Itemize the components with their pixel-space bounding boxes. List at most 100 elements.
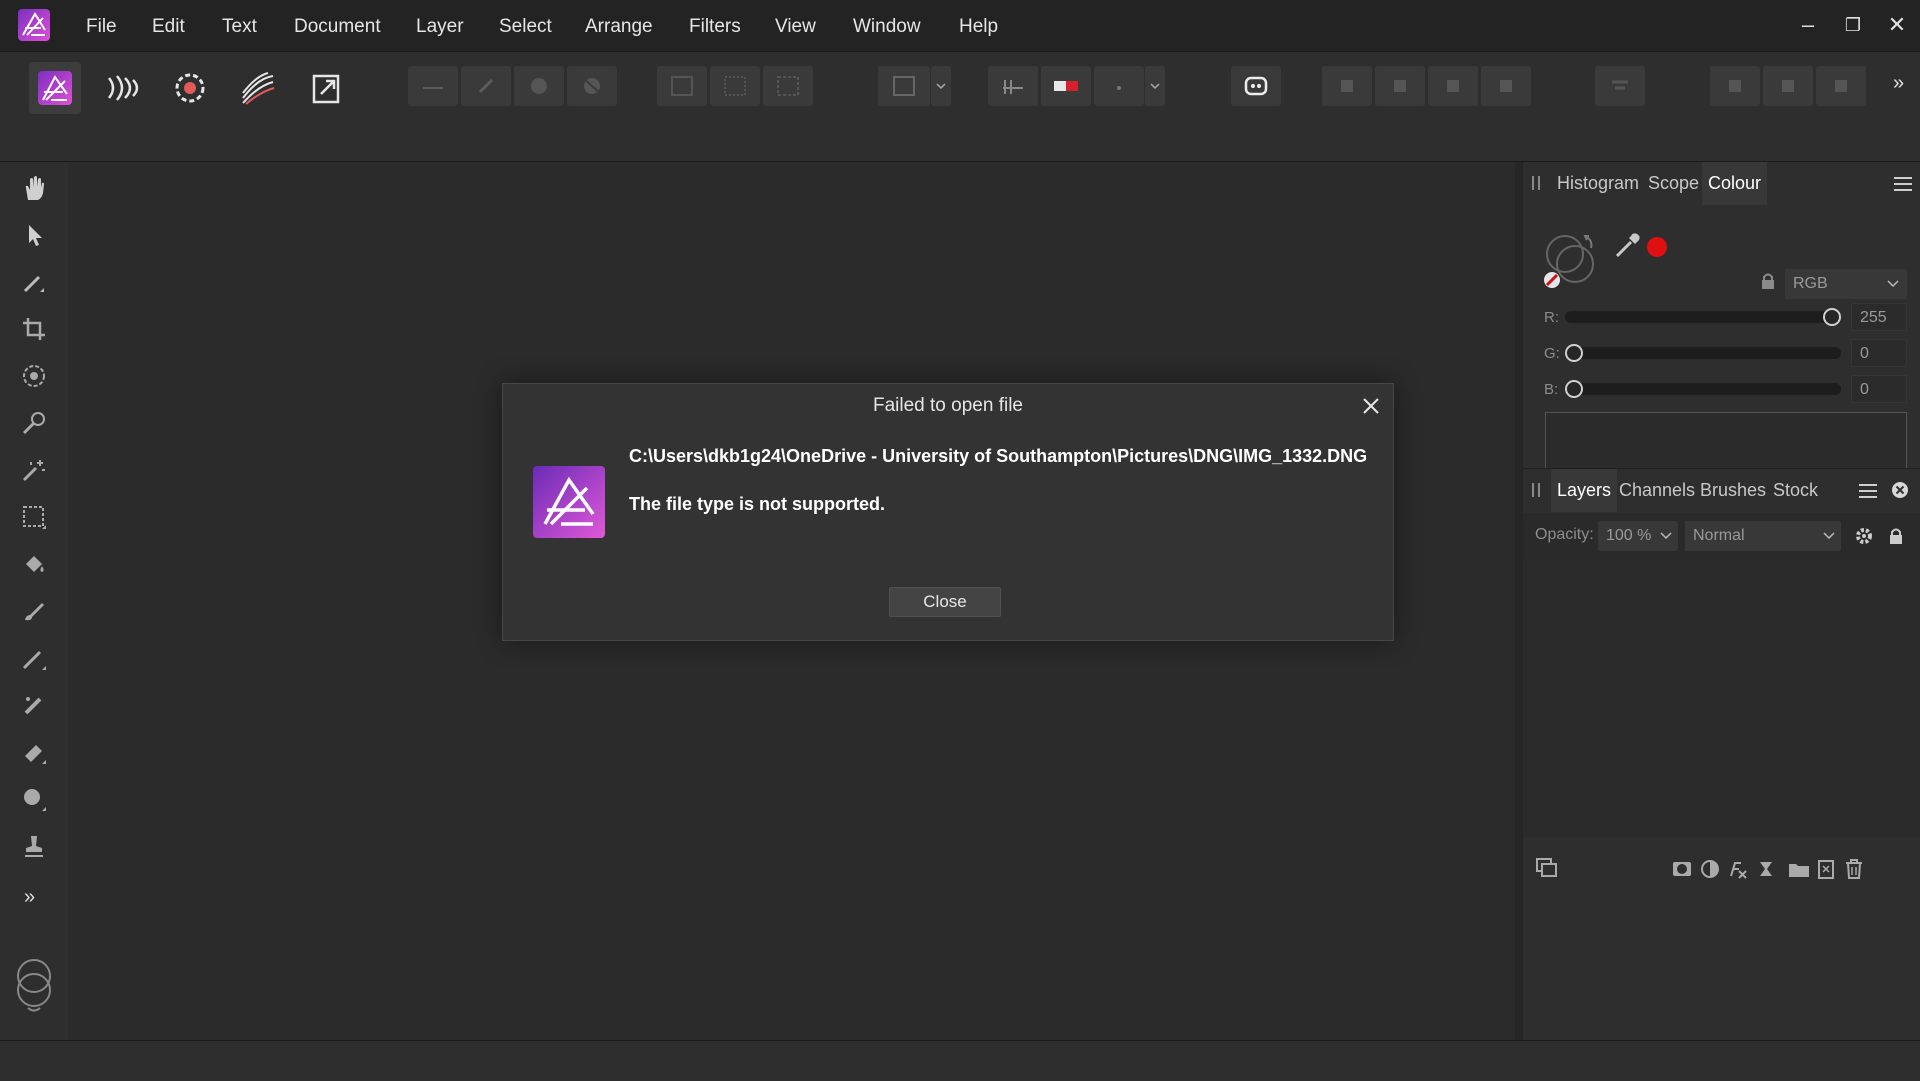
slider-r-track[interactable]: [1565, 311, 1841, 323]
menu-window[interactable]: Window: [853, 0, 921, 51]
slider-g-value[interactable]: 0: [1851, 339, 1907, 367]
marquee-tool-icon[interactable]: [14, 497, 54, 537]
trash-icon[interactable]: [1843, 858, 1865, 885]
gear-icon[interactable]: [1854, 526, 1874, 546]
magic-wand-tool-icon[interactable]: [14, 450, 54, 490]
panel-menu-icon[interactable]: [1894, 177, 1912, 191]
close-icon[interactable]: [1359, 394, 1383, 418]
dodge-brush-tool-icon[interactable]: [14, 638, 54, 678]
arrange-front-icon[interactable]: [1481, 66, 1531, 106]
hand-tool-icon[interactable]: [14, 168, 54, 208]
current-colour-swatch[interactable]: [1647, 237, 1667, 257]
tone-mapping-persona-icon[interactable]: [232, 62, 284, 114]
menu-view[interactable]: View: [775, 0, 816, 51]
opacity-field[interactable]: 100 %: [1598, 521, 1678, 551]
assistant-icon[interactable]: [1231, 66, 1281, 106]
colour-wells-icon[interactable]: [1541, 230, 1601, 290]
hand-tool-option-icon[interactable]: [408, 66, 458, 106]
slider-b-track[interactable]: [1565, 383, 1841, 395]
tools-expand-icon[interactable]: »: [24, 886, 35, 909]
adjustment-layer-icon[interactable]: [1699, 859, 1721, 884]
snapping-icon[interactable]: [988, 66, 1038, 106]
photo-persona-icon[interactable]: [29, 62, 81, 114]
slider-b-value[interactable]: 0: [1851, 375, 1907, 403]
chevron-down-icon[interactable]: [1145, 66, 1165, 106]
blur-brush-tool-icon[interactable]: [14, 779, 54, 819]
assistant-option-icon[interactable]: [1094, 66, 1144, 106]
close-button[interactable]: Close: [889, 587, 1001, 617]
clone-brush-tool-icon[interactable]: [14, 685, 54, 725]
live-filter-icon[interactable]: [1755, 859, 1777, 884]
panel-grip-icon[interactable]: [1532, 483, 1540, 497]
move-tool-icon[interactable]: [14, 215, 54, 255]
add-group-icon[interactable]: [1787, 859, 1811, 884]
export-persona-icon[interactable]: [300, 62, 352, 114]
quick-mask-icon[interactable]: [1041, 66, 1091, 106]
tab-channels[interactable]: Channels: [1619, 469, 1695, 512]
crop-tool-icon[interactable]: [14, 309, 54, 349]
mask-option-icon[interactable]: [567, 66, 617, 106]
colour-swatch-icon[interactable]: [12, 958, 56, 1014]
arrange-forward-icon[interactable]: [1428, 66, 1478, 106]
menu-filters[interactable]: Filters: [689, 0, 741, 51]
colour-model-select[interactable]: RGB: [1785, 269, 1907, 299]
tab-histogram[interactable]: Histogram: [1557, 162, 1639, 205]
selection-option-icon[interactable]: [514, 66, 564, 106]
mask-layer-icon[interactable]: [1671, 859, 1693, 884]
menu-select[interactable]: Select: [499, 0, 552, 51]
blend-mode-select[interactable]: Normal: [1685, 521, 1841, 551]
paint-brush-tool-icon[interactable]: [14, 591, 54, 631]
grid-dashed-option-icon[interactable]: [763, 66, 813, 106]
selection-brush-tool-icon[interactable]: [14, 356, 54, 396]
menu-file[interactable]: File: [86, 0, 117, 51]
add-pixel-layer-icon[interactable]: [1815, 859, 1837, 884]
develop-persona-icon[interactable]: [164, 62, 216, 114]
tab-stock[interactable]: Stock: [1773, 469, 1818, 512]
grid-option-icon[interactable]: [657, 66, 707, 106]
menu-arrange[interactable]: Arrange: [585, 0, 653, 51]
stamp-tool-icon[interactable]: [14, 826, 54, 866]
arrange-backward-icon[interactable]: [1375, 66, 1425, 106]
lock-icon[interactable]: [1886, 526, 1906, 546]
color-picker-tool-icon[interactable]: [14, 262, 54, 302]
maximize-button[interactable]: ❐: [1836, 8, 1870, 42]
menu-layer[interactable]: Layer: [416, 0, 464, 51]
panel-menu-icon[interactable]: [1859, 484, 1877, 498]
liquify-persona-icon[interactable]: [97, 62, 149, 114]
flip-icon[interactable]: [1710, 66, 1760, 106]
tab-scope[interactable]: Scope: [1648, 162, 1699, 205]
rotate-icon[interactable]: [1763, 66, 1813, 106]
grid-dotted-option-icon[interactable]: [710, 66, 760, 106]
affinity-photo-logo-icon[interactable]: [17, 8, 51, 42]
layers-list[interactable]: [1523, 559, 1920, 837]
tab-brushes[interactable]: Brushes: [1700, 469, 1766, 512]
slider-g-knob[interactable]: [1565, 344, 1583, 362]
slider-g-track[interactable]: [1565, 347, 1841, 359]
panel-grip-icon[interactable]: [1532, 176, 1540, 190]
chevron-down-icon[interactable]: [931, 66, 951, 106]
slider-r-knob[interactable]: [1823, 308, 1841, 326]
slider-r-value[interactable]: 255: [1851, 303, 1907, 331]
menu-text[interactable]: Text: [222, 0, 257, 51]
tab-colour[interactable]: Colour: [1702, 162, 1768, 205]
menu-help[interactable]: Help: [959, 0, 998, 51]
layers-stack-icon[interactable]: [1535, 857, 1559, 884]
brush-option-icon[interactable]: [461, 66, 511, 106]
fill-tool-icon[interactable]: [14, 544, 54, 584]
eyedropper-icon[interactable]: [1613, 230, 1643, 260]
slider-b-knob[interactable]: [1565, 380, 1583, 398]
flood-select-tool-icon[interactable]: [14, 403, 54, 443]
menu-document[interactable]: Document: [294, 0, 381, 51]
close-panel-icon[interactable]: [1891, 481, 1909, 499]
minimize-button[interactable]: –: [1791, 8, 1825, 42]
toolbar-overflow-icon[interactable]: »: [1893, 72, 1904, 95]
fx-icon[interactable]: [1727, 859, 1749, 884]
transform-icon[interactable]: [1816, 66, 1866, 106]
align-icon[interactable]: [1595, 66, 1645, 106]
eraser-tool-icon[interactable]: [14, 732, 54, 772]
menu-edit[interactable]: Edit: [152, 0, 185, 51]
window-close-button[interactable]: ✕: [1880, 8, 1914, 42]
tab-layers[interactable]: Layers: [1551, 469, 1618, 512]
lock-icon[interactable]: [1757, 270, 1779, 292]
view-mode-dropdown[interactable]: [878, 66, 930, 106]
